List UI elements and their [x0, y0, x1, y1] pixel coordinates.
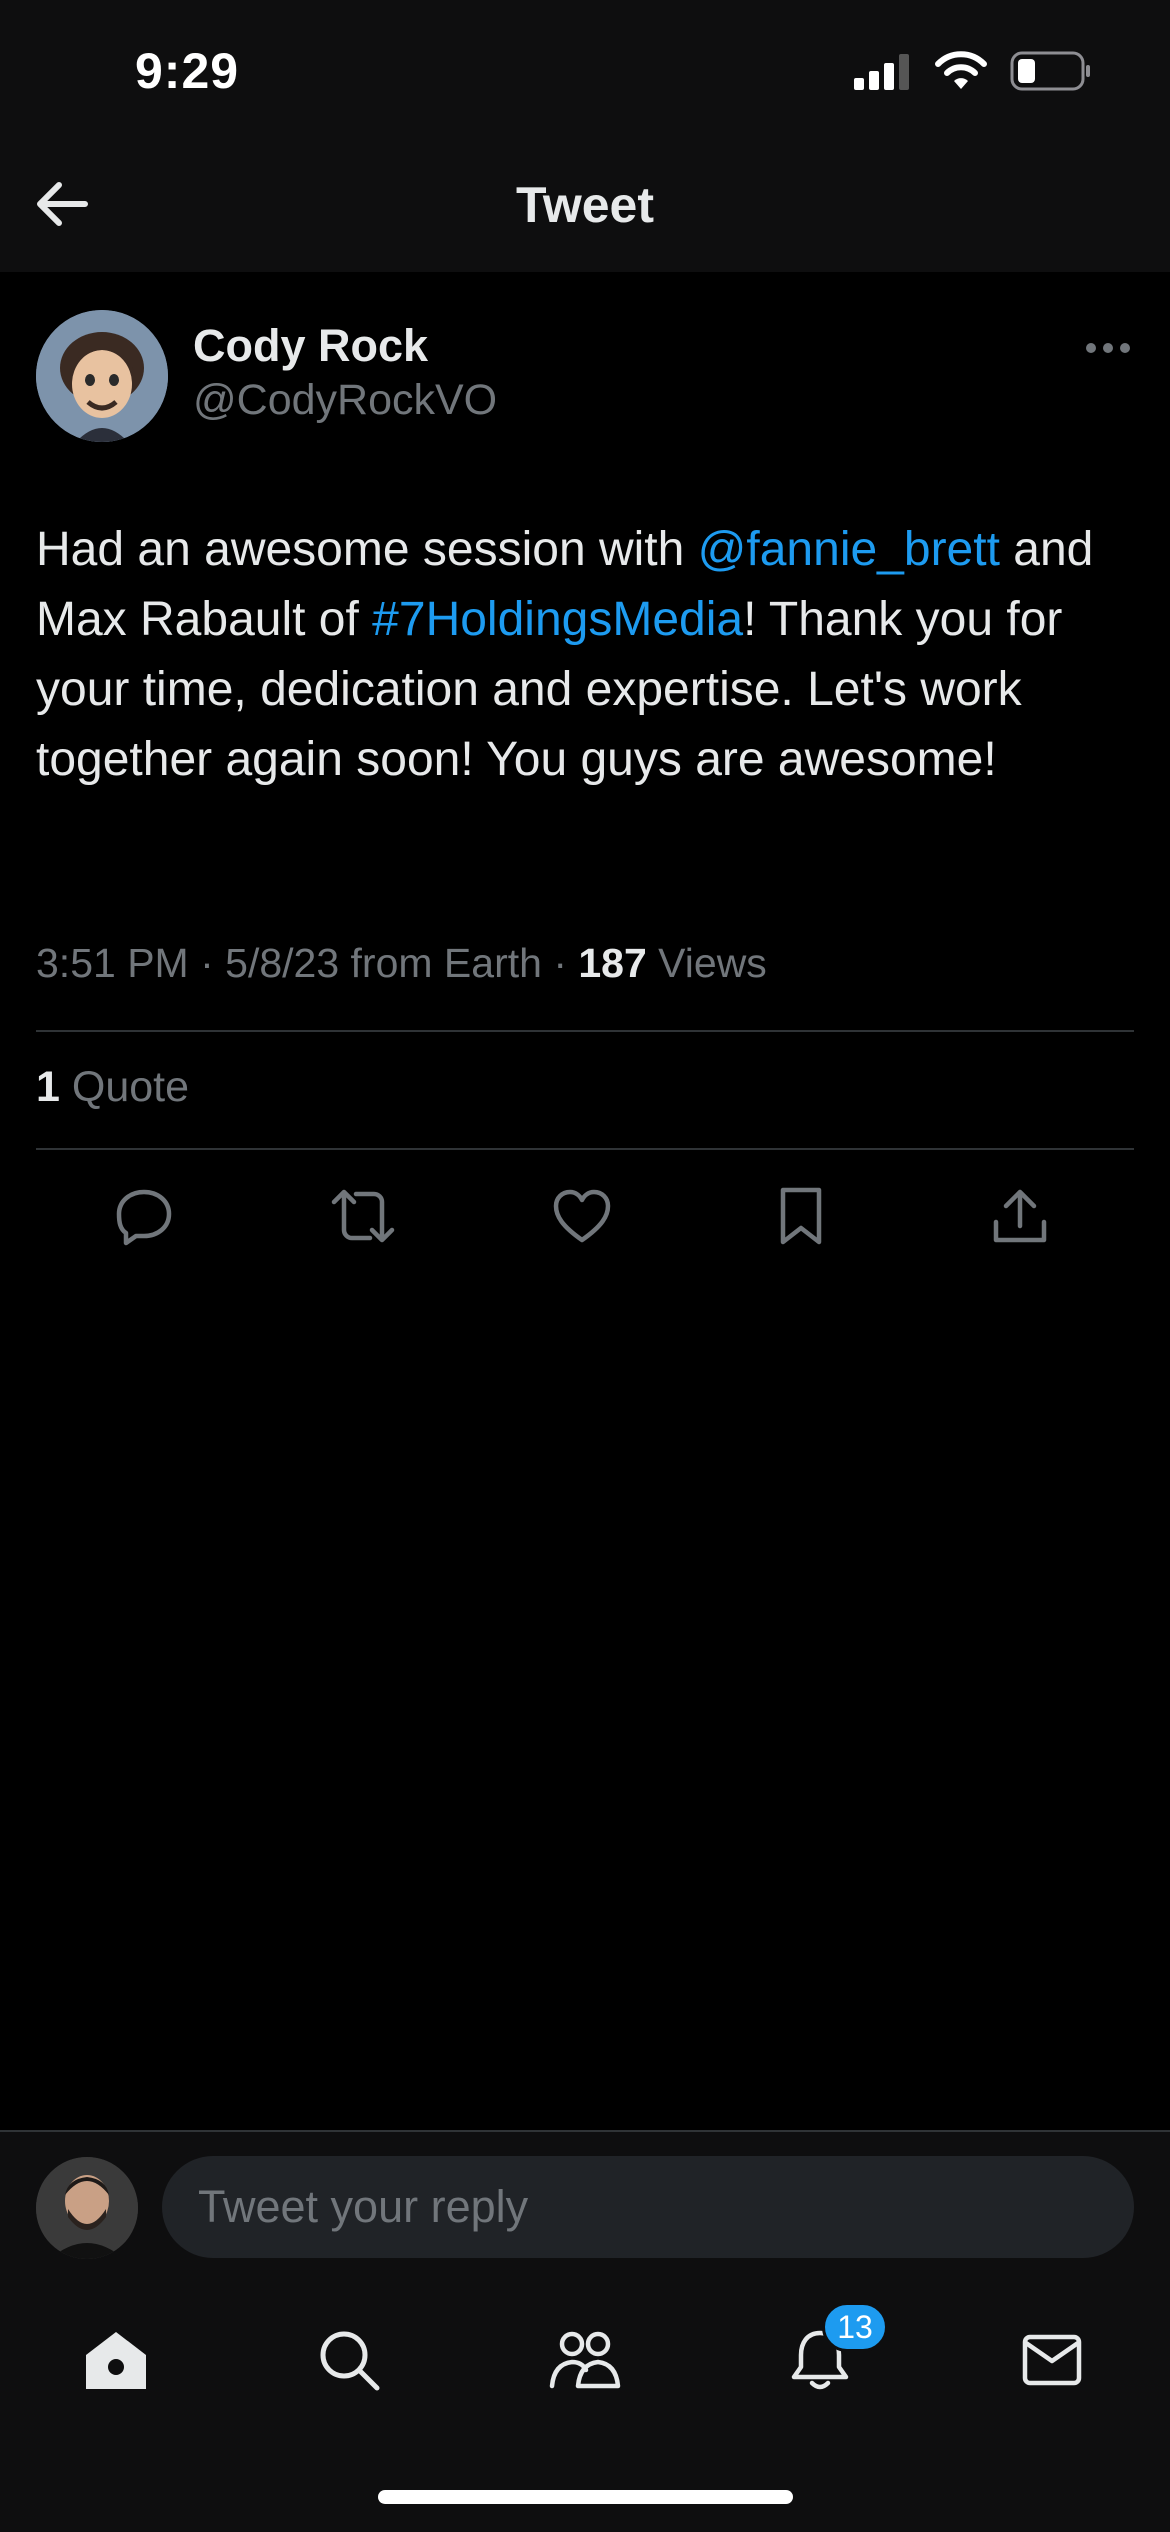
reply-button[interactable]	[108, 1180, 180, 1252]
tab-search[interactable]	[309, 2320, 389, 2400]
quotes-count: 1	[36, 1063, 60, 1111]
home-indicator[interactable]	[378, 2490, 793, 2504]
views-label[interactable]: Views	[647, 940, 767, 986]
home-icon	[86, 2332, 146, 2389]
share-icon	[993, 1189, 1047, 1243]
meta-separator: ·	[541, 940, 579, 986]
messages-icon	[1022, 2334, 1082, 2386]
cellular-signal-icon	[854, 52, 912, 95]
retweet-icon	[331, 1189, 395, 1243]
tweet-meta: 3:51 PM · 5/8/23 from Earth · 187 Views	[36, 940, 767, 987]
tweet-time[interactable]: 3:51 PM	[36, 940, 189, 986]
search-icon	[320, 2331, 380, 2391]
tweet-text-part: Had an awesome session with	[36, 523, 698, 576]
author-handle[interactable]: @CodyRockVO	[193, 376, 497, 425]
author-avatar[interactable]	[36, 310, 168, 442]
tab-communities[interactable]	[545, 2320, 625, 2400]
mention-link[interactable]: @fannie_brett	[698, 523, 1000, 576]
divider	[36, 1030, 1134, 1032]
quotes-stat[interactable]: 1 Quote	[36, 1063, 189, 1112]
quotes-label: Quote	[59, 1063, 190, 1111]
tweet-text: Had an awesome session with @fannie_bret…	[36, 515, 1146, 795]
reply-icon	[116, 1189, 172, 1246]
hashtag-link[interactable]: #7HoldingsMedia	[372, 593, 743, 646]
page-title: Tweet	[516, 177, 654, 233]
tweet-date-source: 5/8/23 from Earth	[225, 940, 542, 986]
retweet-button[interactable]	[327, 1180, 399, 1252]
status-icons	[854, 50, 1092, 97]
share-button[interactable]	[984, 1180, 1056, 1252]
like-button[interactable]	[546, 1180, 618, 1252]
more-options-button[interactable]	[1080, 328, 1136, 368]
more-horizontal-icon	[1086, 343, 1130, 353]
notifications-badge: 13	[822, 2302, 888, 2352]
meta-separator: ·	[188, 940, 226, 986]
divider	[36, 1148, 1134, 1150]
bookmark-icon	[780, 1187, 822, 1245]
author-name[interactable]: Cody Rock	[193, 320, 428, 372]
battery-icon	[1010, 50, 1092, 97]
wifi-icon	[934, 51, 988, 96]
views-count[interactable]: 187	[578, 940, 646, 986]
status-time: 9:29	[135, 43, 240, 99]
tab-messages[interactable]	[1012, 2320, 1092, 2400]
communities-icon	[549, 2331, 621, 2389]
top-bar: 9:29 Tweet	[0, 0, 1170, 272]
like-icon	[553, 1189, 611, 1243]
current-user-avatar[interactable]	[36, 2157, 138, 2259]
reply-input[interactable]	[162, 2156, 1134, 2258]
bookmark-button[interactable]	[765, 1180, 837, 1252]
tab-home[interactable]	[76, 2320, 156, 2400]
